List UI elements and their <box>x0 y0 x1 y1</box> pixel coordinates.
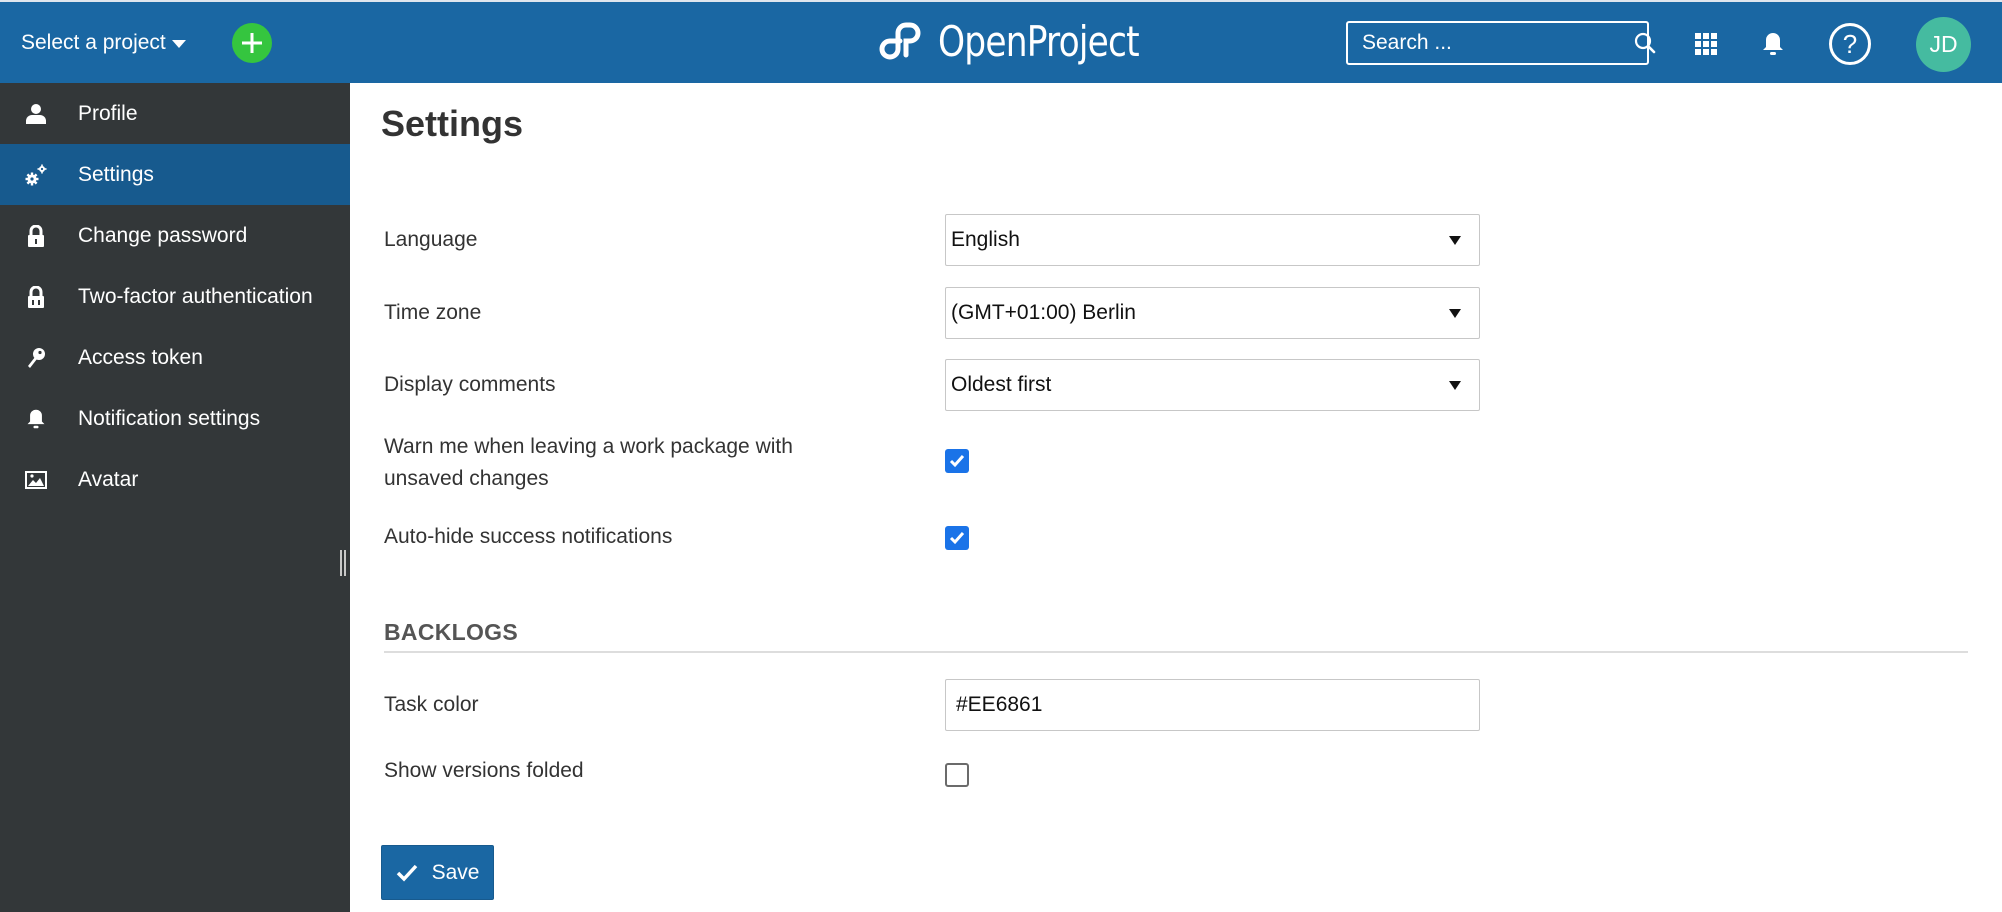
lock-two-factor-icon <box>25 285 47 308</box>
checkmark-icon <box>949 532 965 545</box>
show-versions-folded-checkbox[interactable] <box>945 763 969 787</box>
key-icon <box>25 347 47 369</box>
checkmark-icon <box>949 455 965 468</box>
main-content: Settings Language English Time zone (GMT… <box>350 83 2002 912</box>
logo-icon <box>879 22 921 60</box>
plus-icon <box>242 33 262 53</box>
sidebar-item-label: Access token <box>78 345 203 369</box>
project-select-dropdown[interactable]: Select a project <box>21 28 186 58</box>
logo-text: OpenProject <box>938 16 1140 66</box>
sidebar-item-settings[interactable]: Settings <box>0 144 350 205</box>
warn-unsaved-checkbox[interactable] <box>945 449 969 473</box>
language-label: Language <box>384 228 478 251</box>
gears-icon <box>25 164 47 186</box>
save-button[interactable]: Save <box>381 845 494 900</box>
display-comments-select[interactable]: Oldest first <box>945 359 1480 411</box>
auto-hide-checkbox[interactable] <box>945 526 969 550</box>
save-label: Save <box>431 860 480 884</box>
sidebar-item-two-factor-authentication[interactable]: Two-factor authentication <box>0 266 350 327</box>
avatar-initials: JD <box>1929 31 1958 57</box>
sidebar-resize-handle[interactable] <box>340 550 346 576</box>
sidebar-item-avatar[interactable]: Avatar <box>0 449 350 510</box>
top-header: Select a project OpenProject Search ... … <box>0 0 2002 83</box>
display-comments-label: Display comments <box>384 373 556 396</box>
show-versions-folded-label: Show versions folded <box>384 759 584 782</box>
lock-icon <box>25 224 47 247</box>
bell-icon <box>25 408 47 430</box>
sidebar-item-profile[interactable]: Profile <box>0 83 350 144</box>
search-box[interactable] <box>1346 21 1656 65</box>
time-zone-select[interactable]: (GMT+01:00) Berlin <box>945 287 1480 339</box>
backlogs-section-title: BACKLOGS <box>384 619 519 645</box>
sidebar-item-notification-settings[interactable]: Notification settings <box>0 388 350 449</box>
caret-down-icon <box>1449 235 1461 245</box>
image-icon <box>25 469 47 491</box>
sidebar-item-label: Notification settings <box>78 406 261 430</box>
task-color-label: Task color <box>384 693 479 716</box>
auto-hide-label: Auto-hide success notifications <box>384 525 673 548</box>
checkmark-icon <box>396 864 418 882</box>
user-avatar[interactable]: JD <box>1916 17 1971 72</box>
warn-unsaved-label: Warn me when leaving a work package with… <box>384 435 793 490</box>
sidebar-item-access-token[interactable]: Access token <box>0 327 350 388</box>
time-zone-label: Time zone <box>384 301 482 324</box>
section-divider <box>384 651 1968 653</box>
notifications-bell-icon[interactable] <box>1760 30 1786 58</box>
sidebar-item-label: Avatar <box>78 467 139 491</box>
help-icon[interactable]: ? <box>1829 23 1871 65</box>
sidebar-item-label: Settings <box>78 162 154 186</box>
modules-grid-icon[interactable] <box>1694 32 1718 56</box>
sidebar-item-label: Profile <box>78 101 138 125</box>
caret-down-icon <box>1449 380 1461 390</box>
display-comments-value: Oldest first <box>951 373 1052 396</box>
search-input[interactable] <box>1348 31 1633 55</box>
page-title: Settings <box>381 103 524 144</box>
sidebar-item-label: Change password <box>78 223 248 247</box>
sidebar-item-label: Two-factor authentication <box>78 284 313 308</box>
language-value: English <box>951 228 1020 251</box>
caret-down-icon <box>1449 308 1461 318</box>
sidebar: Profile Settings Change password Two-fac… <box>0 83 350 912</box>
add-button[interactable] <box>232 23 272 63</box>
sidebar-item-change-password[interactable]: Change password <box>0 205 350 266</box>
search-icon[interactable] <box>1633 29 1657 57</box>
openproject-logo[interactable]: OpenProject <box>878 16 1183 66</box>
project-select-label: Select a project <box>21 31 166 54</box>
help-glyph: ? <box>1842 28 1858 59</box>
user-icon <box>25 103 47 125</box>
time-zone-value: (GMT+01:00) Berlin <box>951 301 1136 324</box>
task-color-input[interactable] <box>945 679 1480 731</box>
language-select[interactable]: English <box>945 214 1480 266</box>
caret-down-icon <box>171 40 186 48</box>
